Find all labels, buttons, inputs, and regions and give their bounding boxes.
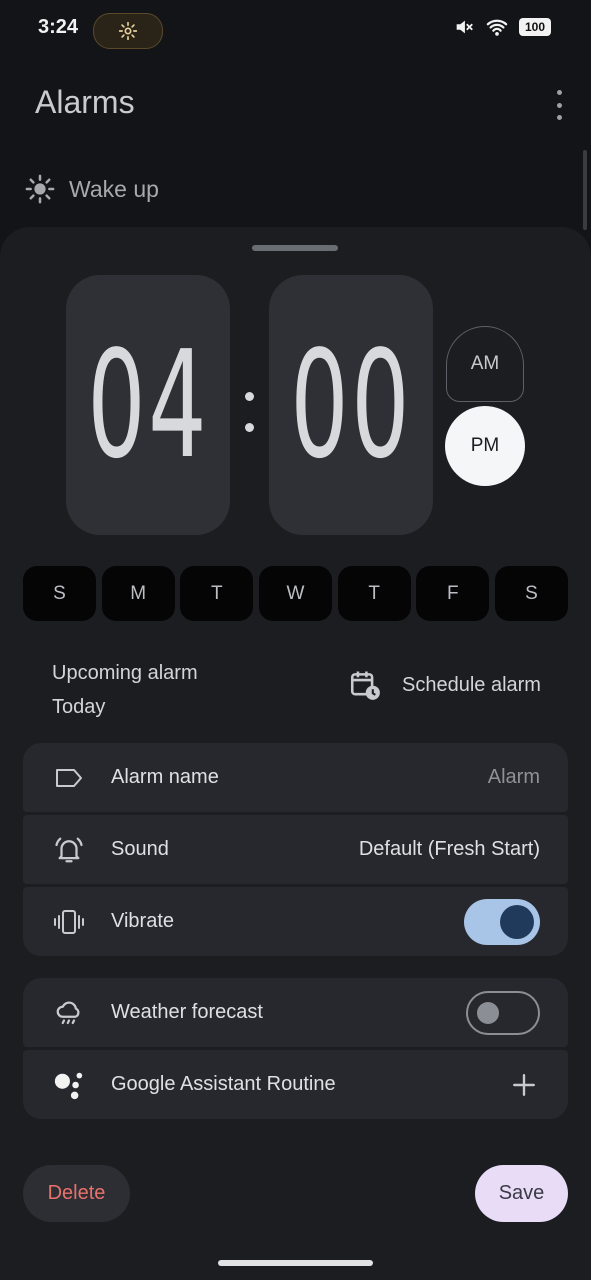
hour-picker[interactable]: 04 — [66, 275, 230, 535]
gear-icon — [118, 21, 138, 41]
schedule-alarm-label: Schedule alarm — [402, 673, 541, 696]
assistant-routine-row[interactable]: Google Assistant Routine — [23, 1050, 568, 1119]
day-wednesday[interactable]: W — [258, 566, 332, 621]
vibrate-row[interactable]: Vibrate — [23, 887, 568, 956]
sound-value: Default (Fresh Start) — [358, 838, 540, 860]
sun-icon — [25, 174, 55, 204]
calendar-clock-icon — [350, 671, 380, 700]
weather-cloud-icon — [53, 997, 85, 1029]
home-gesture-bar[interactable] — [218, 1260, 373, 1266]
day-monday[interactable]: M — [101, 566, 175, 621]
vibrate-label: Vibrate — [111, 910, 175, 932]
scrollbar[interactable] — [583, 150, 587, 230]
sound-label: Sound — [111, 838, 169, 860]
wifi-icon — [486, 19, 508, 36]
minute-picker[interactable]: 00 — [269, 275, 433, 535]
weather-forecast-toggle[interactable] — [466, 990, 540, 1035]
upcoming-title: Upcoming alarm — [52, 662, 198, 684]
status-icons: 100 — [453, 16, 551, 38]
upcoming-when: Today — [52, 696, 106, 718]
day-sunday[interactable]: S — [23, 566, 96, 621]
weather-forecast-row[interactable]: Weather forecast — [23, 978, 568, 1047]
alarm-name-row[interactable]: Alarm name Alarm — [23, 743, 568, 812]
more-options-icon[interactable] — [548, 90, 570, 120]
hour-value: 04 — [87, 319, 209, 491]
settings-chip[interactable] — [93, 13, 163, 49]
day-tuesday[interactable]: T — [180, 566, 254, 621]
background-alarm-label: Wake up — [69, 175, 159, 202]
schedule-alarm-button[interactable]: Schedule alarm — [348, 668, 541, 702]
sound-row[interactable]: Sound Default (Fresh Start) — [23, 815, 568, 884]
alarm-name-label: Alarm name — [111, 766, 219, 788]
background-alarm-row[interactable]: Wake up — [25, 174, 159, 204]
vibrate-icon — [53, 906, 85, 938]
assistant-routine-label: Google Assistant Routine — [111, 1073, 336, 1095]
day-friday[interactable]: F — [416, 566, 490, 621]
plus-icon[interactable] — [508, 1069, 540, 1101]
alarm-name-value: Alarm — [487, 766, 540, 788]
google-assistant-icon — [53, 1069, 85, 1101]
time-separator — [244, 392, 254, 432]
status-time: 3:24 — [38, 16, 79, 38]
weekday-selector: S M T W T F S — [23, 566, 568, 621]
day-thursday[interactable]: T — [337, 566, 411, 621]
delete-button[interactable]: Delete — [23, 1165, 130, 1222]
mute-icon — [456, 20, 473, 34]
upcoming-alarm-info: Upcoming alarm Today — [52, 656, 198, 724]
weather-forecast-label: Weather forecast — [111, 1001, 263, 1023]
day-saturday[interactable]: S — [494, 566, 568, 621]
drag-handle[interactable] — [252, 245, 338, 251]
page-title: Alarms — [35, 84, 135, 120]
alarm-bell-icon — [53, 834, 85, 866]
battery-indicator: 100 — [519, 18, 551, 36]
label-icon — [53, 762, 85, 794]
pm-button[interactable]: PM — [445, 406, 525, 486]
am-button[interactable]: AM — [446, 326, 524, 402]
minute-value: 00 — [290, 319, 412, 491]
save-button[interactable]: Save — [475, 1165, 568, 1222]
vibrate-toggle[interactable] — [464, 898, 540, 945]
